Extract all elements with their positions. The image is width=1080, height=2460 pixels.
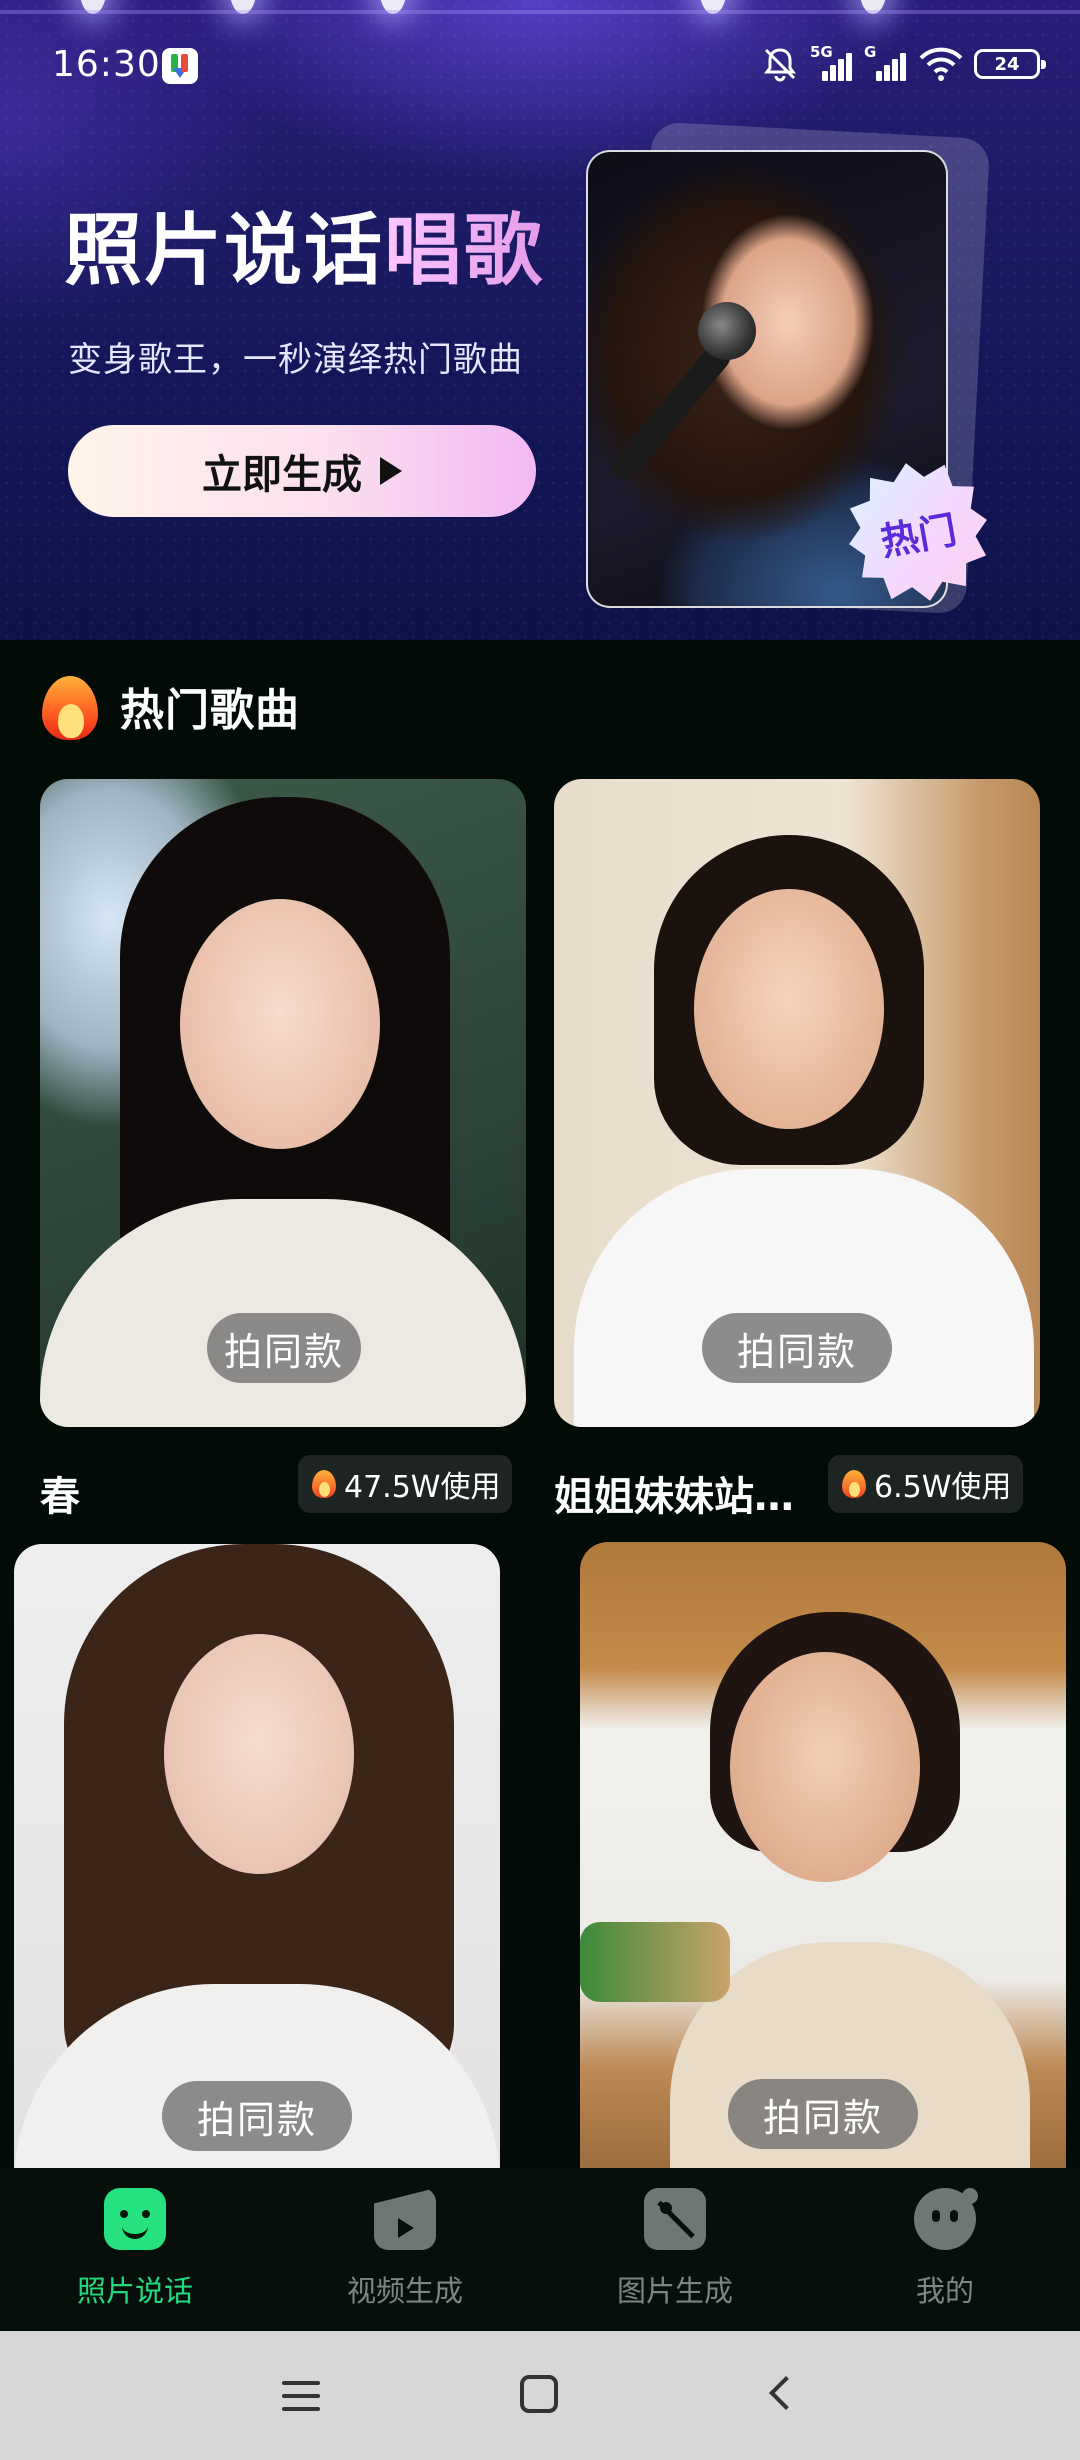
status-time: 16:30: [52, 44, 161, 85]
section-title: 热门歌曲: [120, 685, 300, 736]
hero-title-highlight: 唱歌: [384, 206, 545, 296]
shoot-same-label: 拍同款: [762, 2097, 883, 2140]
generate-now-button[interactable]: 立即生成: [68, 425, 536, 517]
bottom-tab-bar: 照片说话 视频生成 图片生成 我的: [0, 2168, 1080, 2331]
profile-icon: [914, 2188, 978, 2250]
tab-photo-talk[interactable]: 照片说话: [25, 2188, 245, 2318]
menu-icon[interactable]: [282, 2381, 320, 2411]
signal-icon-1: 5G: [810, 43, 854, 81]
generate-now-label: 立即生成: [202, 453, 362, 497]
signal-icon-2: G: [864, 43, 908, 81]
usage-count: 47.5W使用: [344, 1470, 501, 1505]
microphone-stand: [606, 338, 736, 486]
photo-face: [164, 1634, 354, 1874]
battery-icon: 24: [974, 49, 1046, 79]
microphone-icon: [698, 302, 756, 360]
card-title: 姐姐妹妹站…: [554, 1474, 794, 1520]
bell-muted-icon: [764, 48, 796, 82]
shoot-same-label: 拍同款: [196, 2099, 317, 2142]
photo-face: [180, 899, 380, 1149]
status-bar: 16:30 5G G 24: [0, 0, 1080, 132]
back-icon[interactable]: [769, 2376, 803, 2410]
photo-vegetables: [580, 1922, 730, 2002]
hero-subtitle: 变身歌王，一秒演绎热门歌曲: [68, 340, 523, 380]
card-title: 春: [40, 1474, 80, 1520]
fire-small-icon: [310, 1468, 338, 1500]
shoot-same-label: 拍同款: [736, 1331, 857, 1374]
usage-badge: 6.5W使用: [828, 1455, 1024, 1513]
usage-badge: 47.5W使用: [298, 1455, 513, 1513]
shoot-same-button[interactable]: 拍同款: [162, 2081, 352, 2151]
hero-title: 照片说话唱歌: [64, 212, 544, 290]
song-card[interactable]: 拍同款: [580, 1542, 1066, 2168]
fire-icon: [38, 670, 102, 742]
tab-label: 我的: [915, 2274, 974, 2308]
song-card[interactable]: 拍同款: [14, 1544, 500, 2168]
battery-level: 24: [994, 53, 1020, 75]
hero-banner[interactable]: 16:30 5G G 24 照片说话唱歌 变身歌王，一秒演绎热门歌曲 立即生成 …: [0, 0, 1080, 640]
network-type-1: 5G: [810, 43, 833, 61]
app-notification-icon: [162, 48, 198, 84]
shoot-same-label: 拍同款: [223, 1331, 344, 1374]
song-card[interactable]: 拍同款: [554, 779, 1040, 1427]
photo-talk-icon: [104, 2188, 166, 2250]
system-navigation-bar: [0, 2331, 1080, 2460]
hot-badge-label: 热门: [877, 507, 960, 564]
photo-tshirt: [574, 1169, 1034, 1427]
image-icon: [644, 2188, 706, 2250]
song-card[interactable]: 拍同款: [40, 779, 526, 1427]
tab-image-generate[interactable]: 图片生成: [565, 2188, 785, 2318]
photo-face: [694, 889, 884, 1129]
shoot-same-button[interactable]: 拍同款: [728, 2079, 918, 2149]
section-header: 热门歌曲: [38, 666, 300, 746]
fire-small-icon: [840, 1468, 868, 1500]
video-icon: [374, 2188, 436, 2250]
wifi-icon: [919, 47, 963, 81]
usage-count: 6.5W使用: [874, 1470, 1012, 1505]
shoot-same-button[interactable]: 拍同款: [207, 1313, 361, 1383]
home-icon[interactable]: [520, 2375, 558, 2413]
tab-label: 视频生成: [346, 2274, 463, 2308]
tab-me[interactable]: 我的: [835, 2188, 1055, 2318]
tab-label: 照片说话: [76, 2274, 193, 2308]
hero-title-main: 照片说话: [64, 206, 385, 296]
tab-video-generate[interactable]: 视频生成: [295, 2188, 515, 2318]
tab-label: 图片生成: [616, 2274, 733, 2308]
network-type-2: G: [864, 43, 877, 61]
photo-face: [730, 1652, 920, 1882]
play-icon: [380, 457, 402, 485]
shoot-same-button[interactable]: 拍同款: [702, 1313, 892, 1383]
status-icons: 5G G 24: [760, 43, 1046, 84]
